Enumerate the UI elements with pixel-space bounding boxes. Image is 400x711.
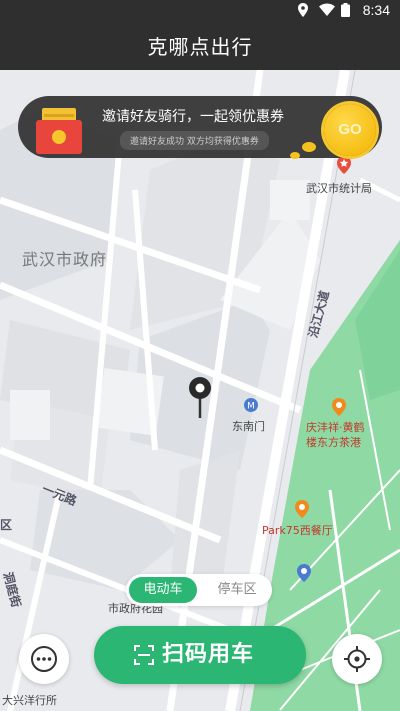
map-label-park75[interactable]: Park75西餐厅 xyxy=(262,522,333,538)
map-label-qu: 区 xyxy=(0,518,13,532)
status-bar: 8:34 xyxy=(0,0,400,24)
location-pin-icon xyxy=(189,377,211,418)
locate-crosshair-icon xyxy=(344,646,370,672)
vehicle-mode-toggle: 电动车 停车区 xyxy=(126,574,272,606)
location-icon xyxy=(297,3,311,17)
restaurant-marker-icon xyxy=(332,398,346,416)
map-label-dongnanmen[interactable]: 东南门 xyxy=(232,418,265,434)
more-button[interactable] xyxy=(19,634,69,684)
status-time: 8:34 xyxy=(362,2,390,18)
park-marker-icon xyxy=(297,564,311,582)
gift-box-icon xyxy=(36,108,82,154)
scan-to-ride-button[interactable]: 扫码用车 xyxy=(94,626,306,684)
coin-small-icon xyxy=(290,152,300,159)
mode-ebike-tab[interactable]: 电动车 xyxy=(129,577,197,603)
promo-title: 邀请好友骑行，一起领优惠券 xyxy=(102,109,284,125)
status-icons: 8:34 xyxy=(297,2,390,18)
coin-icon xyxy=(302,142,316,152)
locate-button[interactable] xyxy=(332,634,382,684)
map-label-gov: 武汉市政府 xyxy=(22,250,108,269)
promo-subtitle: 邀请好友成功 双方均获得优惠券 xyxy=(120,131,269,150)
scan-icon xyxy=(134,645,154,665)
stats-bureau-marker-icon xyxy=(337,156,351,174)
map-label-qingfeng-2[interactable]: 楼东方茶港 xyxy=(306,434,361,450)
park75-marker-icon xyxy=(295,500,309,518)
gate-marker-icon: M xyxy=(244,398,258,412)
page-title: 克哪点出行 xyxy=(0,24,400,70)
battery-icon xyxy=(340,3,355,17)
promo-go-button[interactable]: GO xyxy=(324,104,376,156)
mode-parking-tab[interactable]: 停车区 xyxy=(206,577,268,603)
wifi-icon xyxy=(318,3,335,17)
map-label-stats-bureau[interactable]: 武汉市统计局 xyxy=(306,180,372,196)
svg-text:M: M xyxy=(247,402,255,412)
map-label-xingyang: 大兴洋行所 xyxy=(2,694,57,707)
map-label-qingfeng[interactable]: 庆沣祥·黄鹤 xyxy=(306,419,365,435)
scan-label: 扫码用车 xyxy=(162,642,255,667)
more-icon xyxy=(31,646,57,672)
